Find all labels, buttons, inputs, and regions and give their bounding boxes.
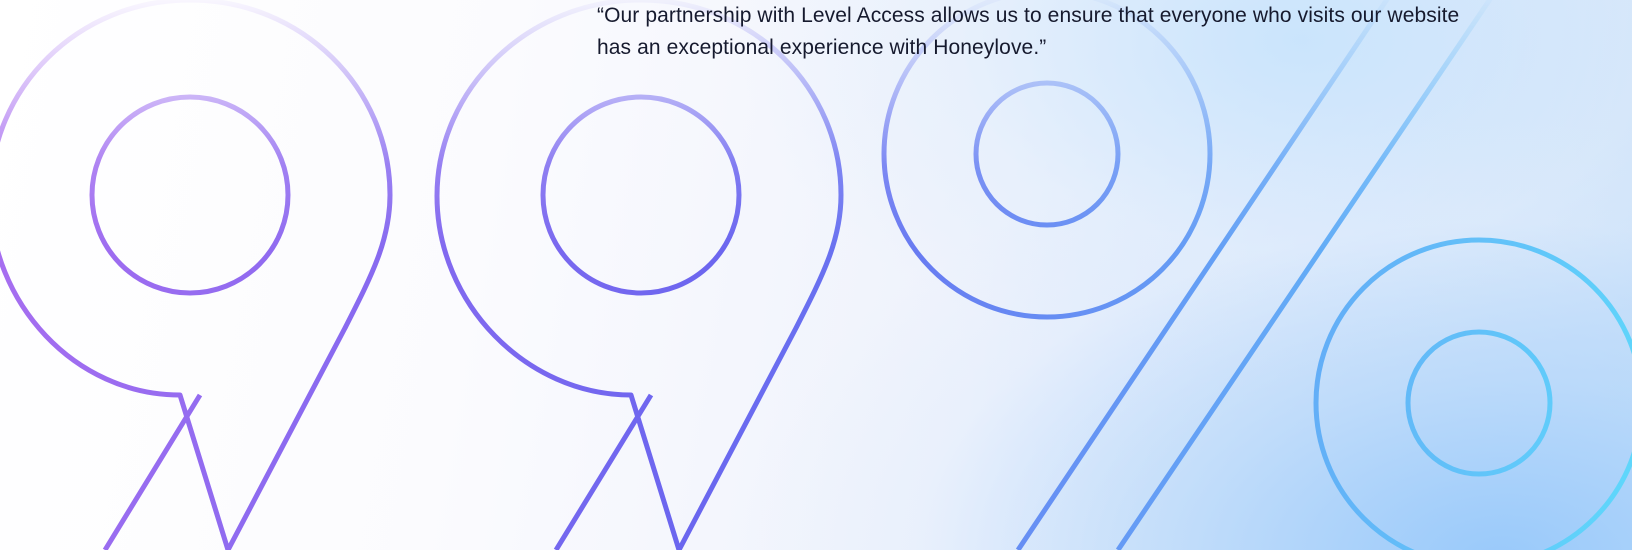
- percent-slash: [1015, 0, 1493, 550]
- nine-digit-right-counter: [540, 94, 742, 296]
- nine-digit-left-counter: [89, 94, 291, 296]
- testimonial-quote: “Our partnership with Level Access allow…: [597, 4, 1460, 59]
- nine-digit-left: [0, 0, 393, 550]
- percent-top-ring-inner: [973, 80, 1121, 228]
- nine-digit-right: [434, 0, 844, 550]
- percent-bottom-ring-inner: [1405, 329, 1553, 477]
- ninety-nine-percent-graphic: [0, 0, 1632, 550]
- percent-bottom-ring-outer: [1313, 237, 1632, 550]
- hero-section: “Our partnership with Level Access allow…: [0, 0, 1632, 550]
